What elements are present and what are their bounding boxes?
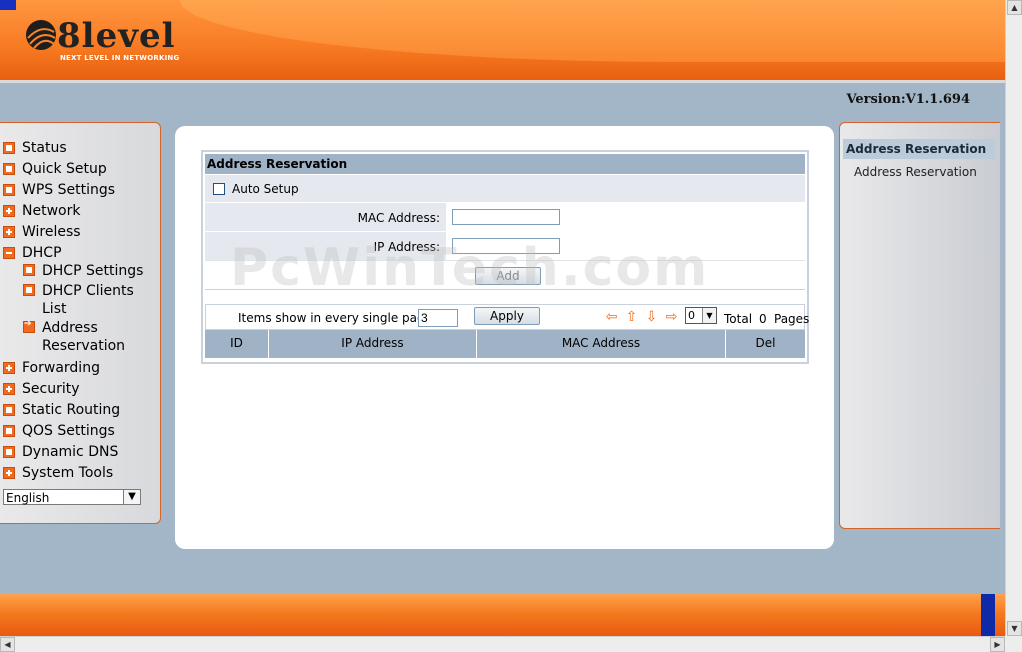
blue-corner-marker: [0, 0, 16, 10]
panel-title: Address Reservation: [205, 154, 805, 174]
table-header-row: ID IP Address MAC Address Del: [205, 330, 805, 358]
sidebar-item-security[interactable]: Security: [22, 381, 80, 397]
square-bullet-icon: [3, 404, 15, 416]
ip-address-label: IP Address:: [373, 240, 440, 254]
vertical-scrollbar[interactable]: ▲ ▼: [1005, 0, 1022, 636]
apply-button[interactable]: Apply: [474, 307, 540, 325]
mac-input-cell: [447, 203, 805, 231]
sidebar-subitem-address-reservation[interactable]: Address: [42, 320, 98, 336]
router-admin-page: 8level NEXT LEVEL IN NETWORKING Version:…: [0, 0, 1005, 636]
sidebar-subitem-address-reservation-line2[interactable]: Reservation: [42, 338, 125, 354]
pages-label: Pages: [774, 312, 810, 326]
scroll-up-icon[interactable]: ▲: [1007, 0, 1022, 15]
items-per-page-label: Items show in every single page: [238, 311, 432, 325]
header-swoosh: [180, 0, 1005, 62]
footer-banner: [0, 594, 1005, 636]
help-link[interactable]: Address Reservation: [854, 165, 977, 179]
ip-label-cell: IP Address:: [205, 232, 447, 260]
ip-address-input[interactable]: [452, 238, 560, 254]
column-header-id: ID: [205, 330, 269, 358]
expand-plus-icon[interactable]: [3, 205, 15, 217]
square-bullet-icon: [3, 184, 15, 196]
sidebar-subitem-dhcp-settings[interactable]: DHCP Settings: [42, 263, 143, 279]
globe-logo-icon: [26, 20, 56, 50]
square-bullet-icon: [3, 142, 15, 154]
square-bullet-icon: [23, 264, 35, 276]
auto-setup-checkbox[interactable]: [213, 183, 225, 195]
auto-setup-row: Auto Setup: [205, 174, 805, 202]
ip-address-row: IP Address:: [205, 231, 805, 260]
column-header-mac-address: MAC Address: [477, 330, 726, 358]
sidebar-item-dhcp[interactable]: DHCP: [22, 245, 62, 261]
square-bullet-icon: [3, 425, 15, 437]
help-title: Address Reservation: [843, 139, 995, 159]
footer-blue-marker: [981, 594, 995, 636]
sidebar-item-network[interactable]: Network: [22, 203, 80, 219]
sidebar-item-static-routing[interactable]: Static Routing: [22, 402, 120, 418]
sidebar-item-forwarding[interactable]: Forwarding: [22, 360, 100, 376]
expand-plus-icon[interactable]: [3, 383, 15, 395]
firmware-version: Version:V1.1.694: [846, 92, 970, 107]
header-divider: [0, 80, 1005, 83]
language-select[interactable]: English ▼: [3, 489, 141, 505]
last-page-icon[interactable]: ⇨: [664, 310, 679, 325]
scroll-left-icon[interactable]: ◀: [0, 637, 15, 652]
total-pages-value: 0: [759, 312, 767, 326]
help-panel: Address Reservation Address Reservation: [839, 122, 1000, 529]
page-select[interactable]: 0 ▼: [685, 307, 717, 324]
chevron-down-icon[interactable]: ▼: [123, 490, 140, 504]
column-header-del: Del: [755, 336, 776, 350]
next-page-icon[interactable]: ⇩: [644, 310, 659, 325]
expand-plus-icon[interactable]: [3, 226, 15, 238]
horizontal-scrollbar[interactable]: ◀ ▶: [0, 636, 1005, 652]
scroll-down-icon[interactable]: ▼: [1007, 621, 1022, 636]
mac-address-row: MAC Address:: [205, 202, 805, 231]
sidebar-item-status[interactable]: Status: [22, 140, 67, 156]
brand-name: 8level: [57, 16, 176, 56]
sidebar-item-dynamic-dns[interactable]: Dynamic DNS: [22, 444, 118, 460]
items-per-page-input[interactable]: [418, 309, 458, 327]
sidebar-item-wireless[interactable]: Wireless: [22, 224, 81, 240]
square-bullet-icon: [3, 163, 15, 175]
sidebar-subitem-dhcp-clients[interactable]: DHCP Clients: [42, 283, 134, 299]
sidebar-item-quick-setup[interactable]: Quick Setup: [22, 161, 107, 177]
expand-plus-icon[interactable]: [3, 362, 15, 374]
add-button[interactable]: Add: [475, 267, 541, 285]
expand-plus-icon[interactable]: [3, 467, 15, 479]
scroll-right-icon[interactable]: ▶: [990, 637, 1005, 652]
arrow-right-icon: [23, 319, 35, 333]
auto-setup-label: Auto Setup: [232, 182, 299, 196]
sidebar-subitem-dhcp-clients-line2[interactable]: List: [42, 301, 66, 317]
previous-page-icon[interactable]: ⇧: [624, 310, 639, 325]
address-reservation-panel: Address Reservation Auto Setup MAC Addre…: [201, 150, 809, 364]
scrollbar-corner: [1005, 636, 1022, 652]
column-header-ip-address: IP Address: [269, 330, 477, 358]
total-label: Total: [724, 312, 753, 326]
sidebar-item-system-tools[interactable]: System Tools: [22, 465, 113, 481]
language-select-value: English: [6, 491, 50, 505]
mac-address-label: MAC Address:: [357, 211, 440, 225]
chevron-down-icon[interactable]: ▼: [702, 308, 716, 323]
brand-tagline: NEXT LEVEL IN NETWORKING: [60, 54, 180, 62]
collapse-minus-icon[interactable]: [3, 247, 15, 259]
header-banner: 8level NEXT LEVEL IN NETWORKING: [0, 0, 1005, 80]
sidebar-item-qos-settings[interactable]: QOS Settings: [22, 423, 115, 439]
page-select-value: 0: [688, 309, 695, 322]
square-bullet-icon: [23, 284, 35, 296]
first-page-icon[interactable]: ⇦: [604, 310, 619, 325]
square-bullet-icon: [3, 446, 15, 458]
mac-address-input[interactable]: [452, 209, 560, 225]
add-row: Add: [205, 260, 805, 290]
sidebar-item-wps-settings[interactable]: WPS Settings: [22, 182, 115, 198]
ip-input-cell: [447, 232, 805, 260]
pagination-row: Items show in every single page Apply ⇦ …: [205, 304, 809, 330]
sidebar-menu: Status Quick Setup WPS Settings Network …: [0, 122, 161, 524]
mac-label-cell: MAC Address:: [205, 203, 447, 231]
